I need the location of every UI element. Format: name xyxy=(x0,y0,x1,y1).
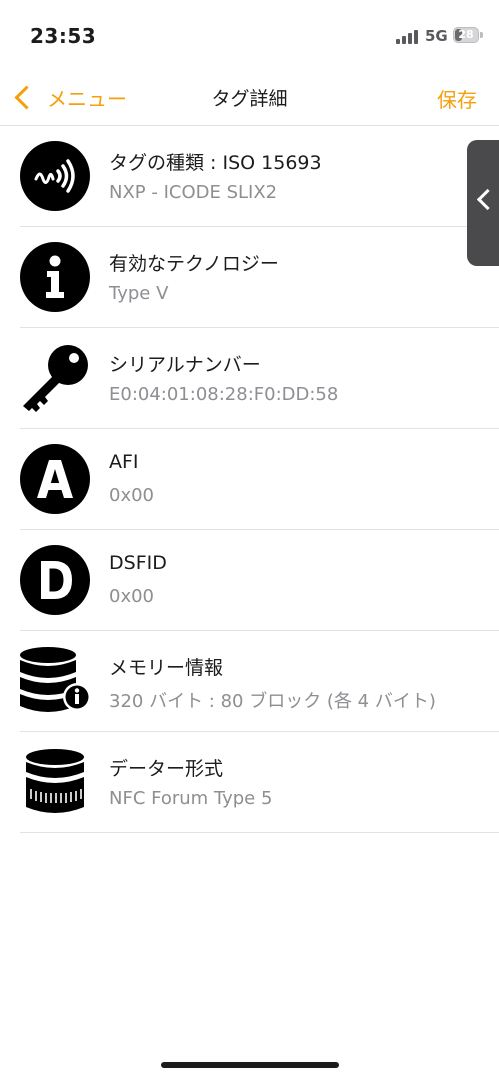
chevron-left-icon xyxy=(476,188,499,211)
dsfid-title: DSFID xyxy=(109,552,167,574)
tag-details-list: タグの種類 : ISO 15693 NXP - ICODE SLIX2 有効なテ… xyxy=(0,125,499,833)
battery-icon: 28 xyxy=(453,27,479,43)
nfc-wave-icon xyxy=(20,141,90,211)
memory-info-title: メモリー情報 xyxy=(109,657,224,679)
list-item-technology[interactable]: 有効なテクノロジー Type V xyxy=(20,227,499,328)
data-format-value: NFC Forum Type 5 xyxy=(109,788,273,809)
afi-value: 0x00 xyxy=(109,485,155,506)
list-item-serial-number[interactable]: シリアルナンバー E0:04:01:08:28:F0:DD:58 xyxy=(20,328,499,429)
list-item-dsfid[interactable]: DSFID 0x00 xyxy=(20,530,499,631)
home-indicator[interactable] xyxy=(161,1062,339,1068)
letter-d-icon xyxy=(20,545,90,615)
memory-info-value: 320 バイト : 80 ブロック (各 4 バイト) xyxy=(109,691,436,712)
battery-level: 28 xyxy=(458,28,474,41)
signal-strength-icon xyxy=(396,30,420,44)
list-item-data-format[interactable]: データー形式 NFC Forum Type 5 xyxy=(20,732,499,833)
status-bar: 23:53 5G 28 xyxy=(0,0,499,70)
tag-type-title: タグの種類 : ISO 15693 xyxy=(109,152,322,174)
battery-cap xyxy=(480,32,483,38)
technology-value: Type V xyxy=(109,283,169,304)
data-format-icon xyxy=(26,749,84,813)
dsfid-value: 0x00 xyxy=(109,586,155,607)
letter-a-icon xyxy=(20,444,90,514)
serial-number-value: E0:04:01:08:28:F0:DD:58 xyxy=(109,384,339,405)
serial-number-title: シリアルナンバー xyxy=(109,354,261,376)
save-button[interactable]: 保存 xyxy=(437,84,477,113)
navigation-bar: メニュー タグ詳細 保存 xyxy=(0,70,499,125)
list-item-tag-type[interactable]: タグの種類 : ISO 15693 NXP - ICODE SLIX2 xyxy=(20,126,499,227)
key-icon xyxy=(23,345,88,412)
tag-type-value: NXP - ICODE SLIX2 xyxy=(109,182,278,203)
database-info-icon xyxy=(20,647,90,712)
list-item-afi[interactable]: AFI 0x00 xyxy=(20,429,499,530)
info-icon xyxy=(20,242,90,312)
status-time: 23:53 xyxy=(30,24,97,48)
network-type: 5G xyxy=(425,27,448,45)
technology-title: 有効なテクノロジー xyxy=(109,253,279,275)
afi-title: AFI xyxy=(109,451,139,473)
page-title: タグ詳細 xyxy=(211,88,288,110)
tag-details-screen: 23:53 5G 28 メニュー タグ詳細 保存 タグの種類: ISO 156… xyxy=(0,0,499,1080)
data-format-title: データー形式 xyxy=(109,758,224,780)
side-panel-handle[interactable] xyxy=(467,140,499,266)
list-item-memory-info[interactable]: メモリー情報 320 バイト : 80 ブロック (各 4 バイト) xyxy=(20,631,499,732)
